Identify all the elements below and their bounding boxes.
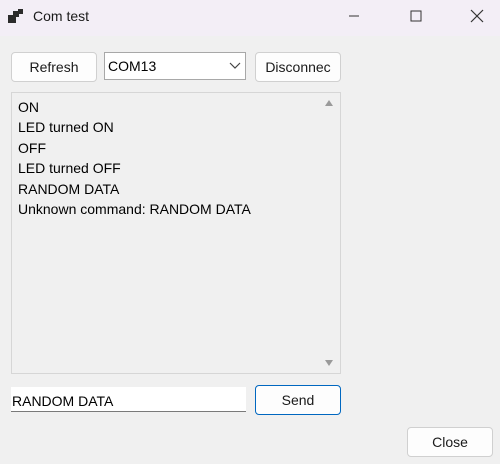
close-icon: [470, 9, 484, 23]
send-button[interactable]: Send: [255, 385, 341, 415]
app-icon: [8, 9, 23, 23]
close-button[interactable]: Close: [407, 427, 493, 457]
message-input[interactable]: [11, 387, 246, 412]
minimize-icon: [349, 15, 359, 17]
refresh-button[interactable]: Refresh: [11, 52, 97, 82]
vertical-scrollbar[interactable]: [319, 93, 340, 373]
log-listbox[interactable]: ON LED turned ON OFF LED turned OFF RAND…: [11, 92, 341, 374]
log-line[interactable]: OFF: [18, 138, 251, 158]
log-line[interactable]: RANDOM DATA: [18, 179, 251, 199]
title-bar[interactable]: Com test: [0, 0, 500, 36]
log-line[interactable]: ON: [18, 97, 251, 117]
maximize-icon: [410, 10, 422, 22]
window-title: Com test: [33, 8, 90, 24]
log-line[interactable]: Unknown command: RANDOM DATA: [18, 199, 251, 219]
log-line[interactable]: LED turned ON: [18, 117, 251, 137]
port-select-value: COM13: [108, 58, 157, 74]
scroll-down-arrow-icon[interactable]: [324, 359, 334, 367]
log-lines: ON LED turned ON OFF LED turned OFF RAND…: [18, 97, 251, 219]
scroll-up-arrow-icon[interactable]: [324, 99, 334, 107]
minimize-button[interactable]: [331, 0, 377, 32]
close-window-button[interactable]: [454, 0, 500, 32]
disconnect-button[interactable]: Disconnec: [255, 52, 341, 82]
port-select[interactable]: COM13: [104, 52, 246, 80]
maximize-button[interactable]: [393, 0, 439, 32]
chevron-down-icon: [229, 62, 241, 69]
log-line[interactable]: LED turned OFF: [18, 158, 251, 178]
